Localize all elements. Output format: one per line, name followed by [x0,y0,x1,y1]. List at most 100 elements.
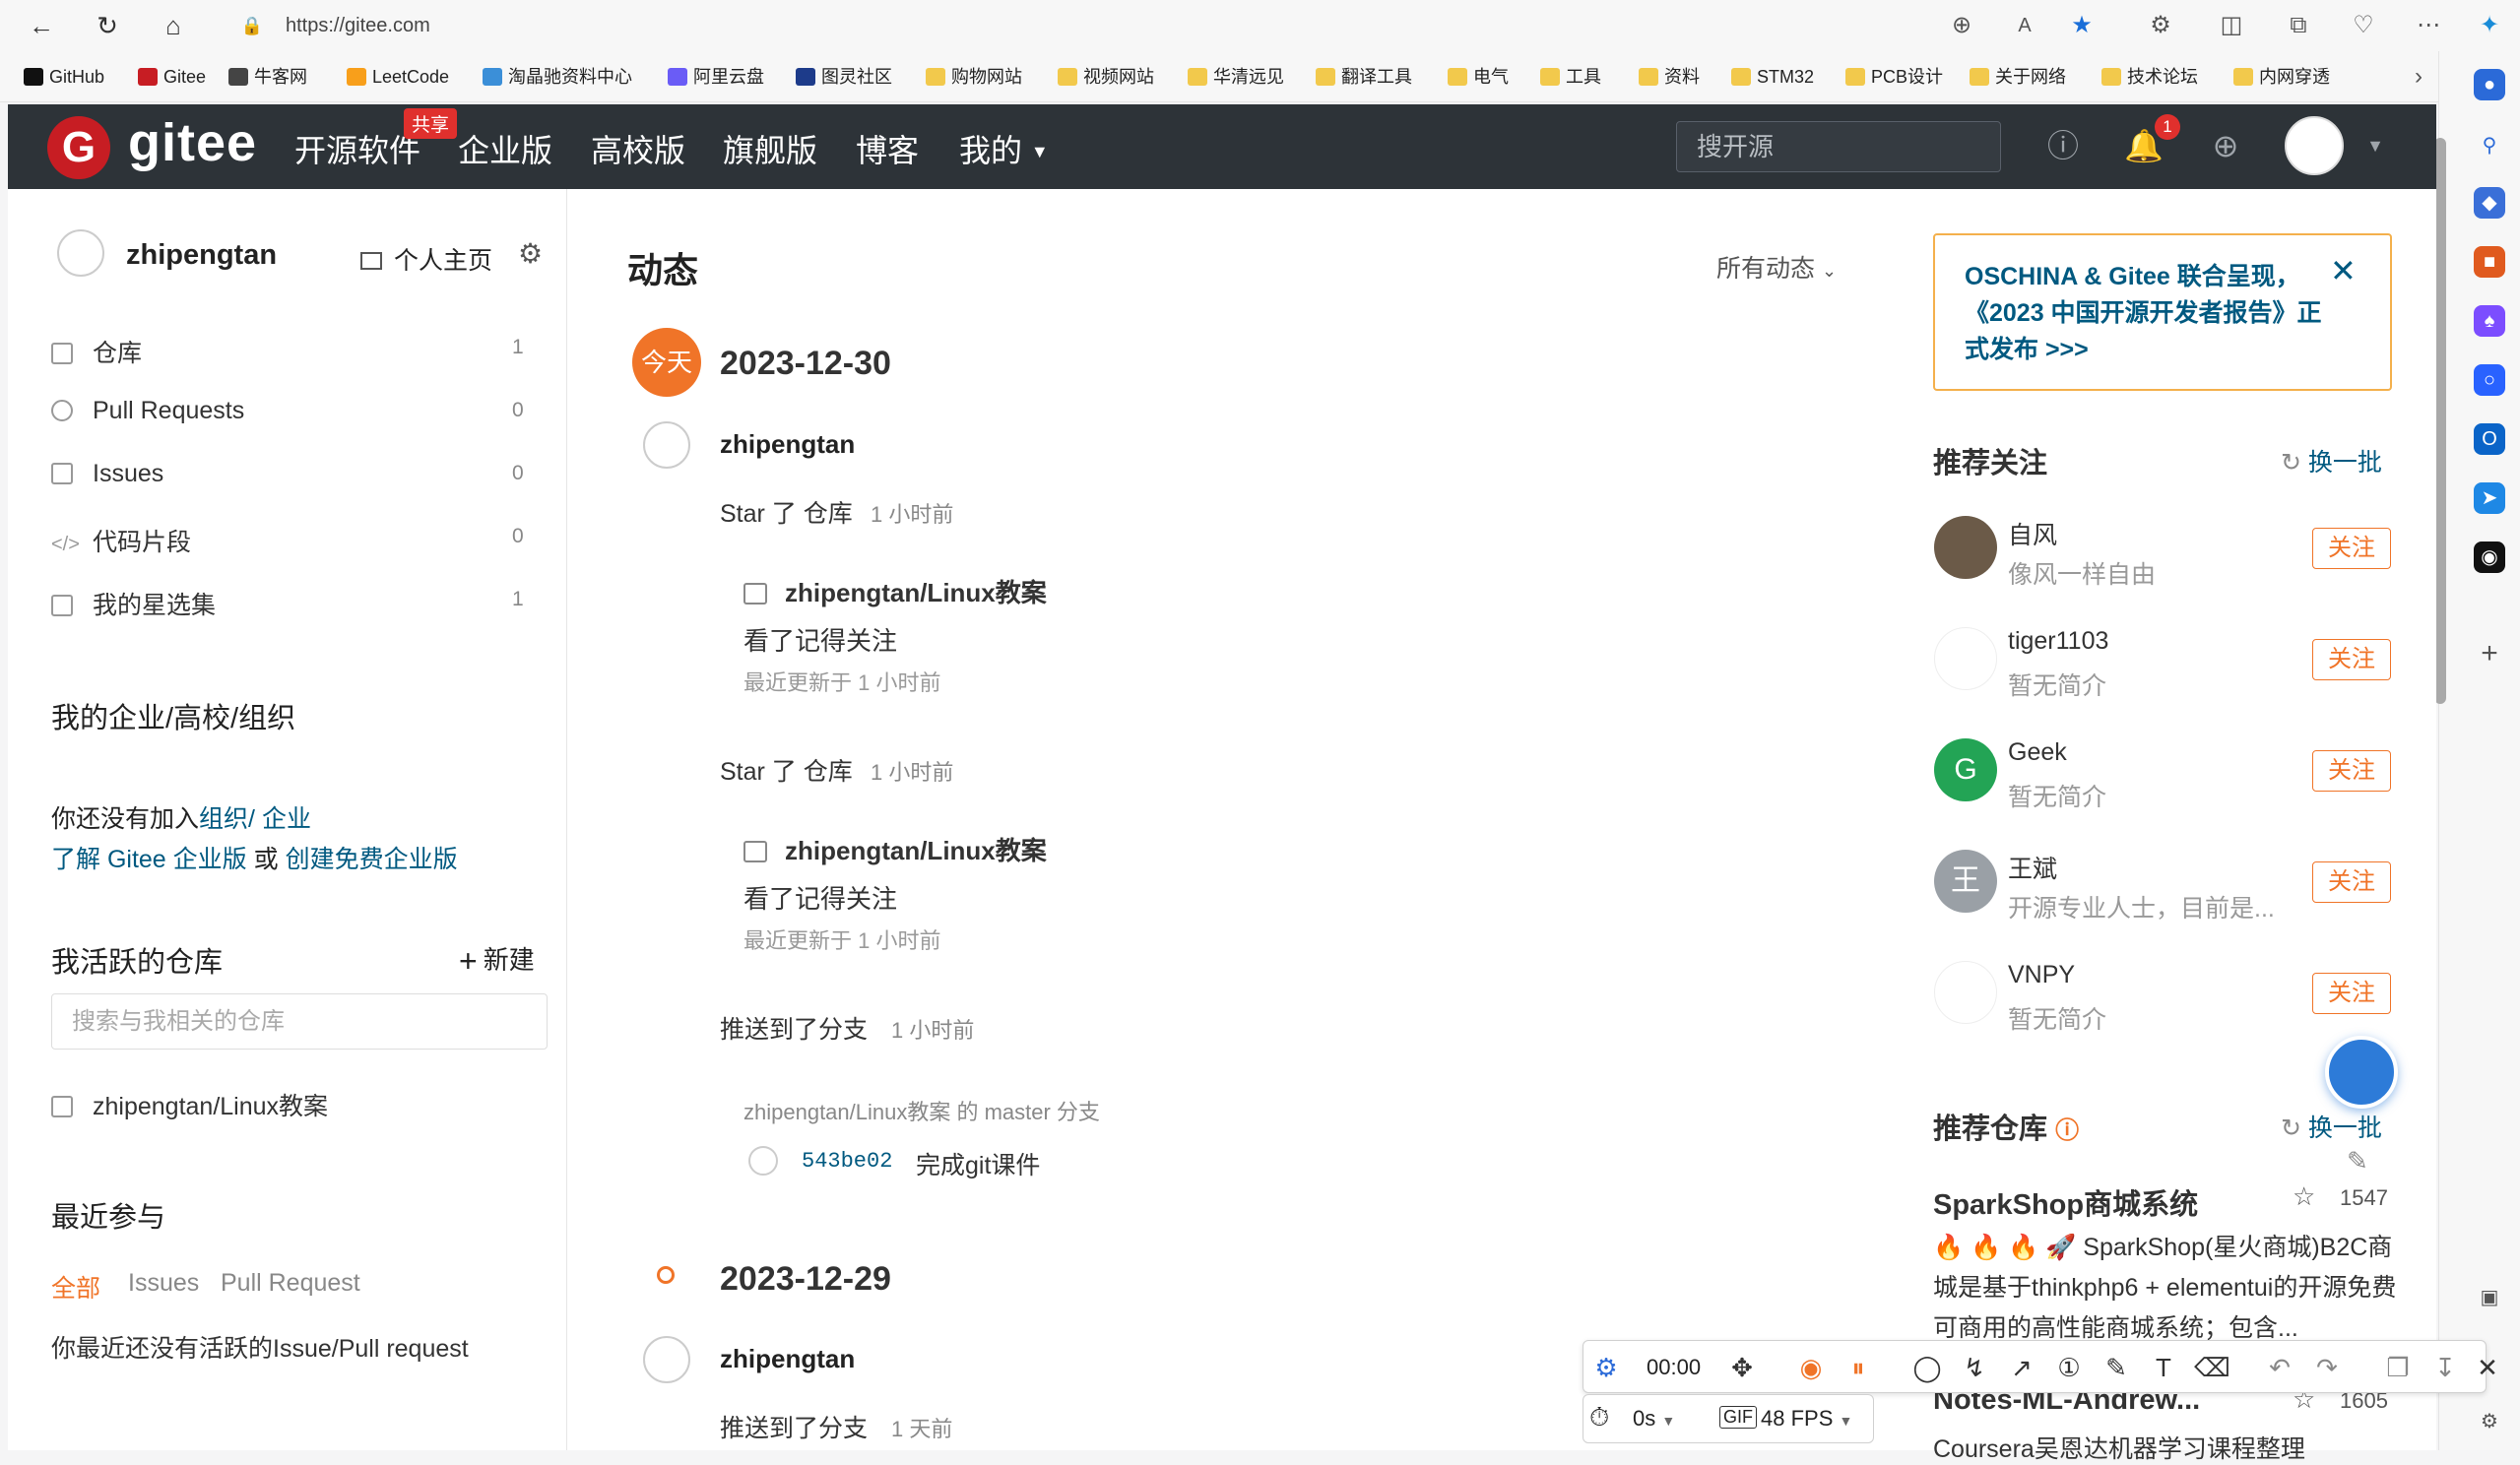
announcement-banner[interactable]: OSCHINA & Gitee 联合呈现，《2023 中国开源开发者报告》正式发… [1933,233,2392,391]
bookmark-12[interactable]: 工具 [1540,63,1601,91]
gif-format-badge[interactable]: GIF [1719,1406,1757,1429]
feed-filter-dropdown[interactable]: 所有动态 ⌄ [1716,249,1837,285]
undo-icon[interactable]: ↶ [2263,1351,2296,1384]
search-input[interactable]: 搜开源 [1676,121,2001,172]
favorite-star-icon[interactable]: ★ [2066,10,2098,41]
bookmark-13[interactable]: 资料 [1639,63,1700,91]
fps-select[interactable]: 48 FPS ▼ [1761,1406,1852,1432]
arrow-icon[interactable]: ↗ [2005,1351,2038,1384]
sidebar-item-issues[interactable]: Issues [51,460,163,488]
outlook-icon[interactable]: O [2474,423,2505,455]
bookmark-7[interactable]: 购物网站 [926,63,1022,91]
text-tool-icon[interactable]: T [2147,1351,2180,1384]
sidebar-item-star-collections[interactable]: 我的星选集 [51,586,216,621]
event-repo-link[interactable]: zhipengtan/Linux教案 [743,831,1047,867]
toolbox-icon[interactable]: ■ [2474,246,2505,278]
bookmark-11[interactable]: 电气 [1448,63,1509,91]
step-number-icon[interactable]: ① [2052,1351,2086,1384]
refresh-repo-button[interactable]: ↻ 换一批 [2281,1109,2382,1144]
bookmark-3[interactable]: LeetCode [347,63,449,91]
event-user[interactable]: zhipengtan [720,429,855,460]
extensions-icon[interactable]: ⚙ [2145,10,2176,41]
copilot-icon[interactable]: ✦ [2474,10,2505,41]
add-icon[interactable]: + [2474,638,2505,669]
read-aloud-icon[interactable]: A [2009,10,2040,41]
recommended-user-name[interactable]: 自风 [2008,516,2057,551]
bookmark-18[interactable]: 内网穿透 [2233,63,2330,91]
recommended-user-avatar[interactable]: G [1934,738,1997,801]
bookmark-1[interactable]: Gitee [138,63,206,91]
sidebar-item-pull-requests[interactable]: Pull Requests [51,397,244,425]
org-link[interactable]: 组织 [199,805,248,833]
record-stop-icon[interactable]: ◉ [1794,1351,1828,1384]
download-icon[interactable]: ↧ [2428,1351,2462,1384]
recommended-user-name[interactable]: 王斌 [2008,850,2057,885]
tag-icon[interactable]: ◆ [2474,187,2505,219]
nav-flagship[interactable]: 旗舰版 [723,126,817,171]
add-circle-icon[interactable]: ⊕ [2206,126,2245,165]
bookmark-14[interactable]: STM32 [1731,63,1814,91]
follow-button[interactable]: 关注 [2312,861,2391,903]
recommended-user-name[interactable]: Geek [2008,738,2067,767]
nav-education[interactable]: 高校版 [591,126,685,171]
user-menu-chevron-icon[interactable]: ▼ [2356,126,2395,165]
eraser-icon[interactable]: ⌫ [2194,1351,2230,1384]
send-icon[interactable]: ➤ [2474,482,2505,514]
star-icon[interactable]: ☆ [2293,1181,2315,1212]
nav-open-source[interactable]: 开源软件 [294,126,420,171]
nav-blog[interactable]: 博客 [856,126,919,171]
follow-button[interactable]: 关注 [2312,528,2391,569]
new-repo-button[interactable]: + 新建 [459,940,535,980]
bookmark-16[interactable]: 关于网络 [1970,63,2066,91]
commit-avatar[interactable] [748,1146,778,1176]
event-avatar[interactable] [643,1336,690,1383]
bookmark-0[interactable]: GitHub [24,63,104,91]
sidebar-avatar[interactable] [57,229,104,277]
follow-button[interactable]: 关注 [2312,750,2391,792]
settings-icon[interactable]: ⚙ [2474,1406,2505,1437]
nav-mine[interactable]: 我的 ▼ [959,126,1049,171]
redo-icon[interactable]: ↷ [2310,1351,2344,1384]
zoom-icon[interactable]: ⊕ [1946,10,1977,41]
recent-tab-all[interactable]: 全部 [51,1269,100,1305]
active-repo-item[interactable]: zhipengtan/Linux教案 [51,1087,328,1122]
bookmark-2[interactable]: 牛客网 [228,63,307,91]
event-user[interactable]: zhipengtan [720,1344,855,1374]
games-icon[interactable]: ♠ [2474,305,2505,337]
back-icon[interactable]: ← [26,10,57,41]
settings-gear-icon[interactable]: ⚙ [518,237,543,270]
bookmarks-more-icon[interactable]: › [2403,61,2434,93]
chat-icon[interactable]: ● [2474,69,2505,100]
recent-tab-issues[interactable]: Issues [128,1269,199,1298]
event-avatar[interactable] [643,421,690,469]
refresh-follow-button[interactable]: ↻ 换一批 [2281,443,2382,478]
recorder-settings-icon[interactable]: ⚙ [1589,1351,1623,1384]
commit-hash[interactable]: 543be02 [802,1149,892,1174]
search-icon[interactable]: ⚲ [2474,130,2505,161]
push-branch[interactable]: zhipengtan/Linux教案 的 master 分支 [743,1095,1100,1126]
edit-icon[interactable]: ✎ [2347,1146,2368,1177]
follow-button[interactable]: 关注 [2312,973,2391,1014]
bookmark-9[interactable]: 华清远见 [1188,63,1284,91]
browser-essentials-icon[interactable]: ♡ [2348,10,2379,41]
m365-icon[interactable]: ○ [2474,364,2505,396]
event-repo-link[interactable]: zhipengtan/Linux教案 [743,573,1047,609]
screenshot-icon[interactable]: ▣ [2474,1282,2505,1313]
sidebar-item-snippets[interactable]: </> 代码片段 [51,523,191,558]
user-avatar[interactable] [2285,116,2344,175]
polyline-icon[interactable]: ↯ [1958,1351,1991,1384]
nav-enterprise[interactable]: 企业版 [458,126,552,171]
recommended-user-avatar[interactable] [1934,516,1997,579]
bookmark-4[interactable]: 淘晶驰资料中心 [483,63,632,91]
sidebar-item-repos[interactable]: 仓库 [51,334,142,369]
lock-icon[interactable]: 🔒 [236,10,268,41]
bookmark-10[interactable]: 翻译工具 [1316,63,1412,91]
copy-icon[interactable]: ❐ [2381,1351,2415,1384]
recommended-user-avatar[interactable] [1934,961,1997,1024]
home-icon[interactable]: ⌂ [158,10,189,41]
bookmark-15[interactable]: PCB设计 [1845,63,1943,91]
pause-icon[interactable]: ⏸ [1842,1351,1875,1384]
refresh-icon[interactable]: ↻ [92,10,123,41]
shape-icon[interactable]: ◯ [1910,1351,1944,1384]
delay-select[interactable]: 0s ▼ [1633,1406,1675,1432]
